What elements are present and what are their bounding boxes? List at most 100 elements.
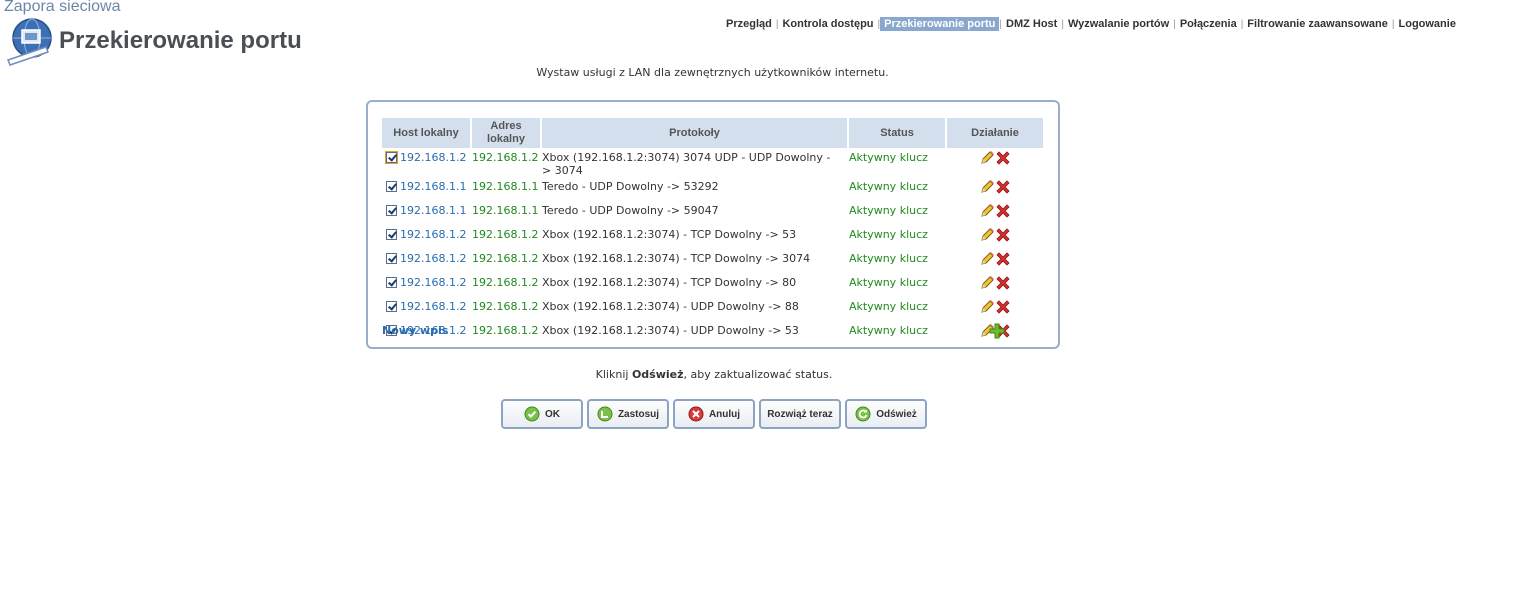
cell-status: Aktywny klucz [849,276,928,289]
header-action: Działanie [947,118,1043,148]
red-x-delete-icon[interactable] [995,227,1011,243]
protocol-line1: Xbox (192.168.1.2:3074) - TCP Dowolny ->… [542,276,797,289]
rule-enabled-checkbox[interactable] [386,301,397,312]
red-x-delete-icon[interactable] [995,150,1011,166]
cell-address: 192.168.1.2 [472,300,539,313]
cell-address: 192.168.1.2 [472,276,539,289]
rule-enabled-checkbox[interactable] [386,205,397,216]
pencil-edit-icon[interactable] [979,299,995,315]
pencil-edit-icon[interactable] [979,150,995,166]
cell-status: Aktywny klucz [849,324,928,337]
red-cancel-icon [688,406,704,422]
cell-action [947,249,1043,273]
nav-item-kontrola-dostepu[interactable]: Kontrola dostępu [778,17,877,31]
protocol-line1: Xbox (192.168.1.2:3074) - TCP Dowolny ->… [542,228,797,241]
apply-button-label: Zastosuj [617,408,660,420]
cell-host: 192.168.1.2 [382,249,470,273]
rule-enabled-checkbox[interactable] [386,277,397,288]
host-link[interactable]: 192.168.1.2 [400,276,466,289]
refresh-button[interactable]: Odśwież [845,399,927,429]
cell-status: Aktywny klucz [849,151,928,164]
cell-protocol: Xbox (192.168.1.2:3074) - UDP Dowolny ->… [542,321,847,345]
cell-address: 192.168.1.2 [472,324,539,337]
green-plus-add-icon[interactable] [989,323,1005,339]
nav-item-wyzwalanie-portow[interactable]: Wyzwalanie portów [1064,17,1173,31]
host-link[interactable]: 192.168.1.2 [400,252,466,265]
cell-address: 192.168.1.1 [472,180,539,193]
pencil-edit-icon[interactable] [979,251,995,267]
protocol-line1: Teredo - UDP Dowolny -> 59047 [542,204,719,217]
red-x-delete-icon[interactable] [995,251,1011,267]
hint-text-after: , aby zaktualizować status. [683,368,833,381]
table-row: 192.168.1.2 192.168.1.2 Xbox (192.168.1.2:… [382,273,1043,297]
app-title: Zapora sieciowa [4,0,121,15]
header-address: Adres lokalny [472,118,540,148]
protocol-line1: Teredo - UDP Dowolny -> 53292 [542,180,719,193]
pencil-edit-icon[interactable] [979,179,995,195]
green-check-icon [524,406,540,422]
ok-button[interactable]: OK [501,399,583,429]
cell-address: 192.168.1.1 [472,204,539,217]
cell-address: 192.168.1.2 [472,252,539,265]
apply-button[interactable]: Zastosuj [587,399,669,429]
host-link[interactable]: 192.168.1.1 [400,204,466,217]
rule-enabled-checkbox[interactable] [386,253,397,264]
red-x-delete-icon[interactable] [995,299,1011,315]
header-address-line2: lokalny [487,133,525,145]
refresh-button-label: Odśwież [876,408,917,420]
table-row: 192.168.1.1 192.168.1.1 Teredo - UDP Dowol… [382,177,1043,201]
protocol-line1: Xbox (192.168.1.2:3074) - TCP Dowolny ->… [542,252,811,265]
nav-item-logowanie[interactable]: Logowanie [1395,17,1460,31]
new-entry-link[interactable]: Nowy wpis [382,324,448,337]
cell-host: 192.168.1.2 [382,297,470,321]
resolve-now-button[interactable]: Rozwiąż teraz [759,399,841,429]
pencil-edit-icon[interactable] [979,227,995,243]
cell-host: 192.168.1.2 [382,225,470,249]
red-x-delete-icon[interactable] [995,203,1011,219]
cell-action [947,201,1043,225]
cell-status: Aktywny klucz [849,228,928,241]
host-link[interactable]: 192.168.1.2 [400,151,466,164]
cell-action [947,273,1043,297]
cell-host: 192.168.1.2 [382,273,470,297]
hint-text-bold: Odśwież [631,368,684,381]
cell-action [947,297,1043,321]
header-address-line1: Adres [490,120,522,132]
nav-item-filtrowanie-zaawansowane[interactable]: Filtrowanie zaawansowane [1243,17,1392,31]
cell-status: Aktywny klucz [849,180,928,193]
resolve-now-button-label: Rozwiąż teraz [767,408,833,420]
host-link[interactable]: 192.168.1.2 [400,228,466,241]
cancel-button[interactable]: Anuluj [673,399,755,429]
cell-protocol: Teredo - UDP Dowolny -> 53292 [542,177,847,201]
rule-enabled-checkbox[interactable] [385,151,398,164]
green-refresh-icon [855,406,871,422]
cell-status: Aktywny klucz [849,300,928,313]
pencil-edit-icon[interactable] [979,275,995,291]
rule-enabled-checkbox[interactable] [386,181,397,192]
protocol-line1: Xbox (192.168.1.2:3074) 3074 UDP - UDP D… [542,151,831,164]
nav-item-polaczenia[interactable]: Połączenia [1176,17,1241,31]
cancel-button-label: Anuluj [708,408,741,420]
firewall-globe-icon [7,18,52,66]
cell-protocol: Xbox (192.168.1.2:3074) - TCP Dowolny ->… [542,249,847,273]
red-x-delete-icon[interactable] [995,275,1011,291]
top-navigation: Przegląd | Kontrola dostępu | Przekierow… [722,17,1460,31]
cell-address: 192.168.1.2 [472,228,539,241]
ok-button-label: OK [545,408,560,420]
nav-item-dmz-host[interactable]: DMZ Host [1002,17,1061,31]
refresh-hint: Kliknij Odśwież, aby zaktualizować statu… [0,368,1428,381]
protocol-line1: Xbox (192.168.1.2:3074) - UDP Dowolny ->… [542,324,799,337]
green-apply-icon [597,406,613,422]
table-row: 192.168.1.2 192.168.1.2 Xbox (192.168.1.2:… [382,297,1043,321]
host-link[interactable]: 192.168.1.1 [400,180,466,193]
page-title: Przekierowanie portu [59,27,302,54]
red-x-delete-icon[interactable] [995,179,1011,195]
host-link[interactable]: 192.168.1.2 [400,300,466,313]
nav-item-przekierowanie-portu[interactable]: Przekierowanie portu [880,17,1000,31]
pencil-edit-icon[interactable] [979,203,995,219]
cell-action [947,177,1043,201]
rule-enabled-checkbox[interactable] [386,229,397,240]
nav-item-przeglad[interactable]: Przegląd [722,17,776,31]
table-header-row: Host lokalny Adres lokalny Protokoły Sta… [382,118,1043,148]
port-forwarding-panel: Host lokalny Adres lokalny Protokoły Sta… [366,100,1060,349]
